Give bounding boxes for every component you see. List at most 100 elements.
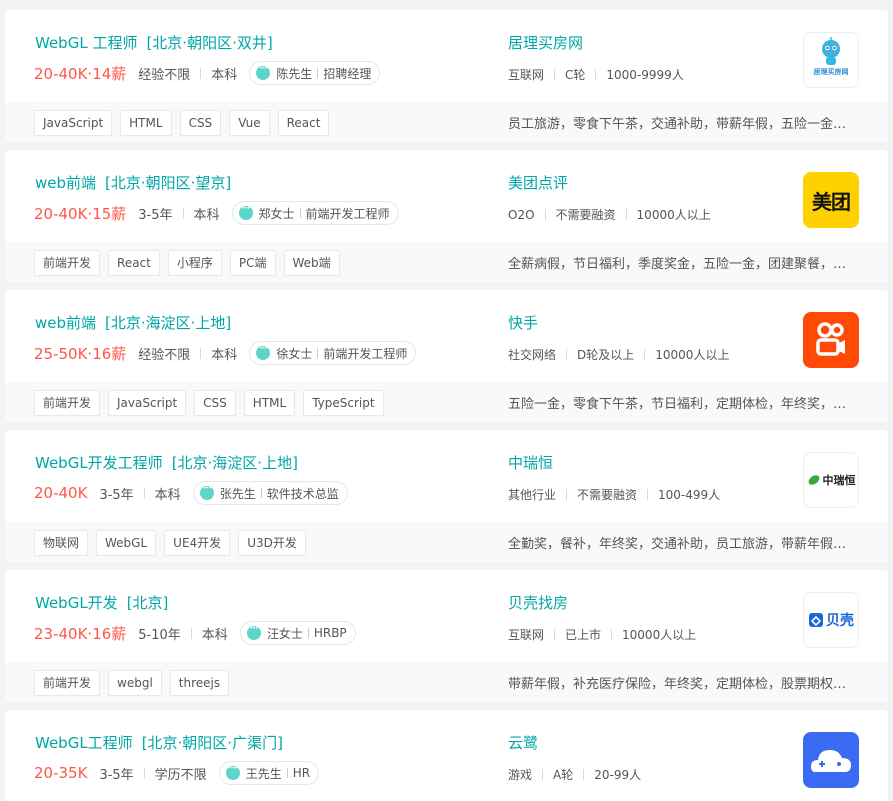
company-info: O2O 不需要融资 10000人以上 bbox=[508, 206, 711, 223]
leaf-icon bbox=[808, 475, 819, 485]
recruiter-name: 王先生 bbox=[245, 766, 282, 781]
benefits: 全勤奖，餐补，年终奖，交通补助，员工旅游，带薪年假… bbox=[508, 537, 847, 552]
job-location[interactable]: [北京·朝阳区·双井] bbox=[146, 32, 272, 53]
skill-tag[interactable]: JavaScript bbox=[34, 110, 113, 136]
job-card[interactable]: WebGL开发工程师 [北京·海淀区·上地] 20-40K 3-5年 本科 张先… bbox=[5, 430, 888, 562]
company-logo[interactable]: 贝壳 bbox=[803, 592, 859, 648]
company-name[interactable]: 中瑞恒 bbox=[508, 452, 553, 473]
beike-house-icon bbox=[809, 613, 823, 627]
job-title[interactable]: WebGL开发工程师 bbox=[35, 452, 163, 473]
skill-tag[interactable]: HTML bbox=[243, 390, 296, 416]
skill-tag[interactable]: WebGL bbox=[96, 530, 157, 556]
company-logo[interactable]: 居理买房网 bbox=[803, 32, 859, 88]
job-card[interactable]: web前端 [北京·朝阳区·望京] 20-40K·15薪 3-5年 本科 郑女士… bbox=[5, 150, 888, 282]
company-name[interactable]: 快手 bbox=[508, 312, 538, 333]
job-title[interactable]: WebGL工程师 bbox=[35, 732, 133, 753]
skill-tag[interactable]: Web端 bbox=[283, 250, 340, 276]
company-logo[interactable] bbox=[803, 312, 859, 368]
job-title-link[interactable]: web前端 [北京·朝阳区·望京] bbox=[35, 172, 231, 193]
job-info-row: 20-40K·14薪 经验不限 本科 陈先生 招聘经理 bbox=[34, 60, 381, 86]
chat-icon bbox=[225, 765, 240, 780]
divider bbox=[143, 767, 145, 779]
job-card[interactable]: WebGL开发 [北京] 23-40K·16薪 5-10年 本科 汪女士 HRB… bbox=[5, 570, 888, 702]
benefits: 五险一金，零食下午茶，节日福利，定期体检，年终奖，… bbox=[508, 397, 847, 412]
company-industry: 其他行业 bbox=[508, 488, 557, 502]
skill-tag[interactable]: U3D开发 bbox=[238, 530, 306, 556]
skill-tag[interactable]: React bbox=[277, 110, 330, 136]
job-title-link[interactable]: WebGL开发 [北京] bbox=[35, 592, 168, 613]
divider bbox=[286, 768, 288, 778]
divider bbox=[566, 349, 568, 360]
company-stage: 不需要融资 bbox=[555, 208, 616, 222]
recruiter-chat-button[interactable]: 汪女士 HRBP bbox=[239, 621, 356, 645]
job-title[interactable]: WebGL 工程师 bbox=[35, 32, 137, 53]
divider bbox=[200, 347, 202, 359]
robot-mascot-icon bbox=[822, 37, 840, 65]
recruiter-chat-button[interactable]: 陈先生 招聘经理 bbox=[249, 61, 381, 85]
skill-tag[interactable]: JavaScript bbox=[108, 390, 187, 416]
job-title-link[interactable]: WebGL工程师 [北京·朝阳区·广渠门] bbox=[35, 732, 283, 753]
recruiter-title: 软件技术总监 bbox=[266, 486, 339, 501]
job-card[interactable]: WebGL 工程师 [北京·朝阳区·双井] 20-40K·14薪 经验不限 本科… bbox=[5, 10, 888, 142]
job-info-row: 20-35K 3-5年 学历不限 王先生 HR bbox=[34, 760, 320, 786]
job-title-link[interactable]: WebGL开发工程师 [北京·海淀区·上地] bbox=[35, 452, 298, 473]
company-logo[interactable]: 中瑞恒 bbox=[803, 452, 859, 508]
company-name[interactable]: 贝壳找房 bbox=[508, 592, 568, 613]
experience: 3-5年 bbox=[99, 487, 134, 503]
skill-tag[interactable]: 前端开发 bbox=[34, 670, 101, 696]
divider bbox=[544, 209, 546, 220]
job-card[interactable]: web前端 [北京·海淀区·上地] 25-50K·16薪 经验不限 本科 徐女士… bbox=[5, 290, 888, 422]
skill-tag[interactable]: CSS bbox=[179, 110, 222, 136]
skill-tag[interactable]: 小程序 bbox=[167, 250, 222, 276]
chat-icon bbox=[256, 65, 271, 80]
skill-tag[interactable]: 前端开发 bbox=[34, 250, 101, 276]
divider bbox=[644, 349, 646, 360]
skill-tag[interactable]: UE4开发 bbox=[164, 530, 231, 556]
company-logo[interactable] bbox=[803, 732, 859, 788]
company-info: 互联网 C轮 1000-9999人 bbox=[508, 66, 684, 83]
recruiter-chat-button[interactable]: 徐女士 前端开发工程师 bbox=[249, 341, 417, 365]
logo-text: 贝壳 bbox=[826, 613, 854, 629]
divider bbox=[542, 769, 544, 780]
job-title[interactable]: web前端 bbox=[35, 312, 96, 333]
card-footer: 物联网 WebGL UE4开发 U3D开发 全勤奖，餐补，年终奖，交通补助，员工… bbox=[5, 522, 888, 562]
recruiter-title: HR bbox=[292, 766, 311, 780]
job-list: WebGL 工程师 [北京·朝阳区·双井] 20-40K·14薪 经验不限 本科… bbox=[0, 0, 893, 801]
experience: 3-5年 bbox=[138, 207, 173, 223]
job-location[interactable]: [北京·海淀区·上地] bbox=[105, 312, 231, 333]
skill-tags: 物联网 WebGL UE4开发 U3D开发 bbox=[34, 530, 306, 556]
divider bbox=[554, 69, 556, 80]
card-footer: JavaScript HTML CSS Vue React 员工旅游，零食下午茶… bbox=[5, 102, 888, 142]
recruiter-chat-button[interactable]: 郑女士 前端开发工程师 bbox=[231, 201, 399, 225]
job-title[interactable]: WebGL开发 bbox=[35, 592, 118, 613]
skill-tag[interactable]: TypeScript bbox=[303, 390, 384, 416]
skill-tag[interactable]: 前端开发 bbox=[34, 390, 101, 416]
company-logo[interactable]: 美团 bbox=[803, 172, 859, 228]
job-title-link[interactable]: WebGL 工程师 [北京·朝阳区·双井] bbox=[35, 32, 273, 53]
divider bbox=[143, 487, 145, 499]
job-title-link[interactable]: web前端 [北京·海淀区·上地] bbox=[35, 312, 231, 333]
company-info: 互联网 已上市 10000人以上 bbox=[508, 626, 696, 643]
job-location[interactable]: [北京·朝阳区·广渠门] bbox=[142, 732, 283, 753]
skill-tag[interactable]: HTML bbox=[120, 110, 172, 136]
company-name[interactable]: 云鹭 bbox=[508, 732, 538, 753]
job-title[interactable]: web前端 bbox=[35, 172, 96, 193]
company-name[interactable]: 美团点评 bbox=[508, 172, 568, 193]
job-location[interactable]: [北京·朝阳区·望京] bbox=[105, 172, 231, 193]
skill-tag[interactable]: Vue bbox=[229, 110, 270, 136]
company-name[interactable]: 居理买房网 bbox=[508, 32, 583, 53]
job-info-row: 20-40K 3-5年 本科 张先生 软件技术总监 bbox=[34, 480, 348, 506]
company-industry: 游戏 bbox=[508, 768, 533, 782]
recruiter-chat-button[interactable]: 王先生 HR bbox=[218, 761, 320, 785]
job-location[interactable]: [北京·海淀区·上地] bbox=[172, 452, 298, 473]
education: 本科 bbox=[193, 207, 220, 223]
job-card[interactable]: WebGL工程师 [北京·朝阳区·广渠门] 20-35K 3-5年 学历不限 王… bbox=[5, 710, 888, 801]
skill-tag[interactable]: PC端 bbox=[229, 250, 276, 276]
job-location[interactable]: [北京] bbox=[127, 592, 169, 613]
skill-tag[interactable]: 物联网 bbox=[34, 530, 89, 556]
skill-tag[interactable]: threejs bbox=[169, 670, 230, 696]
skill-tag[interactable]: React bbox=[108, 250, 160, 276]
skill-tag[interactable]: CSS bbox=[194, 390, 236, 416]
recruiter-chat-button[interactable]: 张先生 软件技术总监 bbox=[192, 481, 348, 505]
skill-tag[interactable]: webgl bbox=[108, 670, 162, 696]
